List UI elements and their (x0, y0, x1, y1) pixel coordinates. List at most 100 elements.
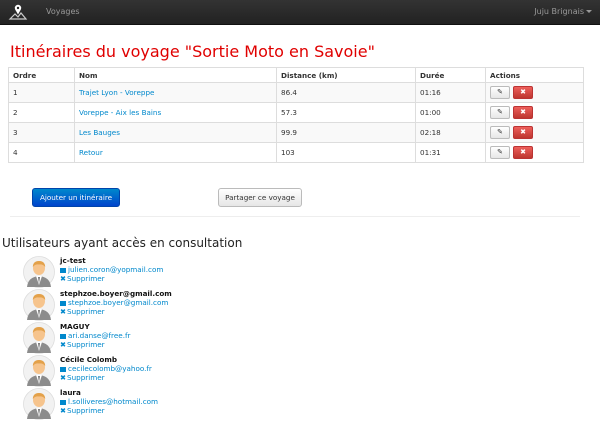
user-email-link[interactable]: ari.danse@free.fr (60, 331, 130, 340)
edit-button[interactable]: ✎ (490, 126, 510, 139)
envelope-icon (60, 267, 66, 273)
cell-ordre: 2 (8, 102, 75, 123)
remove-user-link[interactable]: ✖Supprimer (60, 373, 105, 382)
user-email-link[interactable]: stephzoe.boyer@gmail.com (60, 298, 168, 307)
remove-user-link[interactable]: ✖Supprimer (60, 406, 105, 415)
user-name: jc-test (60, 256, 86, 265)
header-actions: Actions (485, 67, 584, 83)
user-email: stephzoe.boyer@gmail.com (68, 298, 169, 307)
edit-button[interactable]: ✎ (490, 146, 510, 159)
share-trip-button[interactable]: Partager ce voyage (218, 188, 302, 207)
remove-icon: ✖ (60, 373, 67, 382)
edit-button[interactable]: ✎ (490, 106, 510, 119)
cell-actions: ✎ ✖ (485, 102, 584, 123)
user-name: MAGUY (60, 322, 90, 331)
user-item: stephzoe.boyer@gmail.com stephzoe.boyer@g… (22, 289, 322, 321)
caret-down-icon (586, 10, 592, 13)
itinerary-link[interactable]: Trajet Lyon - Voreppe (79, 88, 154, 97)
cell-distance: 57.3 (276, 102, 416, 123)
delete-button[interactable]: ✖ (513, 126, 533, 139)
pencil-icon: ✎ (497, 108, 503, 116)
itinerary-link[interactable]: Retour (79, 148, 103, 157)
envelope-icon (60, 366, 66, 372)
map-pin-logo-icon[interactable] (8, 3, 28, 21)
delete-button[interactable]: ✖ (513, 106, 533, 119)
header-ordre: Ordre (8, 67, 75, 83)
user-avatar-icon (23, 388, 55, 420)
table-row: 4 Retour 103 01:31 ✎ ✖ (8, 142, 584, 163)
itinerary-link[interactable]: Voreppe - Aix les Bains (79, 108, 161, 117)
nav-voyages-link[interactable]: Voyages (46, 7, 80, 16)
table-header-row: Ordre Nom Distance (km) Durée Actions (8, 67, 584, 83)
page-title: Itinéraires du voyage "Sortie Moto en Sa… (10, 42, 375, 61)
cell-ordre: 3 (8, 122, 75, 143)
cell-duree: 01:16 (415, 82, 486, 103)
table-row: 2 Voreppe - Aix les Bains 57.3 01:00 ✎ ✖ (8, 102, 584, 123)
remove-icon: ✖ (60, 340, 67, 349)
cell-distance: 103 (276, 142, 416, 163)
user-email: cecilecolomb@yahoo.fr (68, 364, 152, 373)
remove-icon: ✖ (60, 307, 67, 316)
user-avatar-icon (23, 322, 55, 354)
user-email: l.solliveres@hotmail.com (68, 397, 159, 406)
remove-icon: ✖ (520, 148, 526, 156)
user-name: laura (60, 388, 81, 397)
remove-label: Supprimer (67, 406, 105, 415)
user-name: stephzoe.boyer@gmail.com (60, 289, 172, 298)
navbar: Voyages Juju Brignais (0, 0, 600, 25)
table-row: 1 Trajet Lyon - Voreppe 86.4 01:16 ✎ ✖ (8, 82, 584, 103)
user-menu-dropdown[interactable]: Juju Brignais (534, 7, 592, 16)
user-email-link[interactable]: cecilecolomb@yahoo.fr (60, 364, 152, 373)
cell-nom: Voreppe - Aix les Bains (74, 102, 277, 123)
cell-ordre: 1 (8, 82, 75, 103)
user-item: Cécile Colomb cecilecolomb@yahoo.fr ✖Suppr… (22, 355, 322, 387)
user-email-link[interactable]: julien.coron@yopmail.com (60, 265, 163, 274)
add-itinerary-button[interactable]: Ajouter un itinéraire (32, 188, 120, 207)
user-avatar-icon (23, 289, 55, 321)
divider (10, 216, 580, 217)
remove-user-link[interactable]: ✖Supprimer (60, 340, 105, 349)
user-name: Juju Brignais (534, 7, 584, 16)
remove-icon: ✖ (520, 108, 526, 116)
user-item: MAGUY ari.danse@free.fr ✖Supprimer (22, 322, 322, 354)
envelope-icon (60, 300, 66, 306)
user-email: ari.danse@free.fr (68, 331, 131, 340)
remove-user-link[interactable]: ✖Supprimer (60, 274, 105, 283)
pencil-icon: ✎ (497, 88, 503, 96)
cell-nom: Trajet Lyon - Voreppe (74, 82, 277, 103)
cell-ordre: 4 (8, 142, 75, 163)
table-row: 3 Les Bauges 99.9 02:18 ✎ ✖ (8, 122, 584, 143)
header-duree: Durée (415, 67, 486, 83)
remove-label: Supprimer (67, 340, 105, 349)
remove-label: Supprimer (67, 274, 105, 283)
user-item: jc-test julien.coron@yopmail.com ✖Supprime… (22, 256, 322, 288)
cell-duree: 01:00 (415, 102, 486, 123)
cell-actions: ✎ ✖ (485, 142, 584, 163)
remove-user-link[interactable]: ✖Supprimer (60, 307, 105, 316)
delete-button[interactable]: ✖ (513, 86, 533, 99)
pencil-icon: ✎ (497, 128, 503, 136)
envelope-icon (60, 333, 66, 339)
cell-duree: 02:18 (415, 122, 486, 143)
user-email: julien.coron@yopmail.com (68, 265, 164, 274)
cell-nom: Retour (74, 142, 277, 163)
header-distance: Distance (km) (276, 67, 416, 83)
remove-icon: ✖ (520, 88, 526, 96)
remove-icon: ✖ (60, 274, 67, 283)
section-title: Utilisateurs ayant accès en consultation (2, 236, 243, 250)
header-nom: Nom (74, 67, 277, 83)
remove-icon: ✖ (520, 128, 526, 136)
user-avatar-icon (23, 256, 55, 288)
delete-button[interactable]: ✖ (513, 146, 533, 159)
user-name: Cécile Colomb (60, 355, 117, 364)
itinerary-link[interactable]: Les Bauges (79, 128, 120, 137)
user-email-link[interactable]: l.solliveres@hotmail.com (60, 397, 158, 406)
user-item: laura l.solliveres@hotmail.com ✖Supprimer (22, 388, 322, 420)
remove-label: Supprimer (67, 307, 105, 316)
cell-distance: 86.4 (276, 82, 416, 103)
cell-duree: 01:31 (415, 142, 486, 163)
edit-button[interactable]: ✎ (490, 86, 510, 99)
cell-nom: Les Bauges (74, 122, 277, 143)
envelope-icon (60, 399, 66, 405)
cell-distance: 99.9 (276, 122, 416, 143)
